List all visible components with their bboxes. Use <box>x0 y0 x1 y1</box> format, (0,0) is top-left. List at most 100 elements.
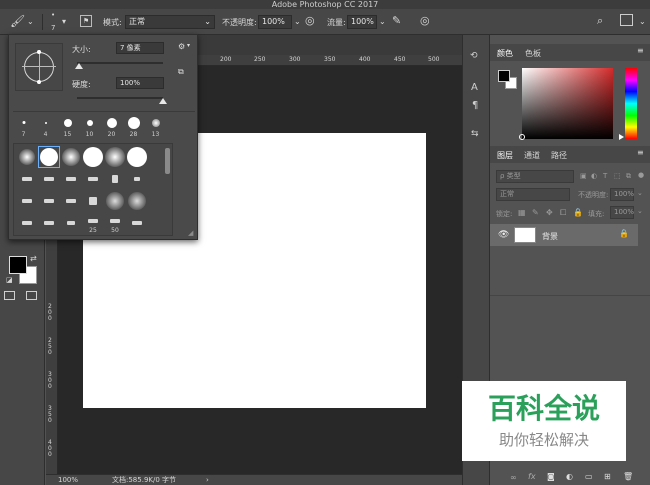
adjustment-layer-icon[interactable]: ◐ <box>566 472 573 481</box>
panel-menu-icon[interactable]: ≡ <box>637 46 644 55</box>
fill-chevron-icon[interactable]: ⌄ <box>637 207 643 215</box>
preset-brush[interactable] <box>82 168 104 190</box>
brush-picker-chevron-icon[interactable]: ▾ <box>62 17 66 26</box>
brush-size-indicator[interactable]: • <box>51 11 55 19</box>
recent-brush[interactable]: 20 <box>101 116 122 138</box>
opacity-input[interactable]: 100% <box>258 15 292 29</box>
preset-brush[interactable] <box>82 190 104 212</box>
workspace-chevron-icon[interactable]: ⌄ <box>639 17 646 26</box>
airbrush-icon[interactable]: ✎ <box>392 14 401 27</box>
status-menu-chevron-icon[interactable]: › <box>206 475 209 485</box>
hue-slider-marker[interactable] <box>619 134 624 140</box>
paragraph-icon[interactable]: ¶ <box>472 101 478 111</box>
pressure-size-icon[interactable]: ◎ <box>420 14 430 27</box>
preset-brush[interactable] <box>126 212 148 234</box>
lock-position-icon[interactable]: ✥ <box>546 208 553 217</box>
blend-mode-select[interactable]: 正常 <box>496 188 570 201</box>
layer-filter-select[interactable]: ρ 类型 <box>496 170 574 183</box>
swap-colors-icon[interactable]: ⇄ <box>30 254 37 263</box>
lock-transparent-icon[interactable]: ▦ <box>518 208 526 217</box>
mode-select[interactable]: 正常 ⌄ <box>125 15 215 29</box>
tab-channels[interactable]: 通道 <box>524 150 540 161</box>
default-colors-icon[interactable]: ◪ <box>6 276 13 284</box>
gear-icon[interactable]: ⚙ <box>178 42 185 51</box>
resize-grip-icon[interactable]: ◢ <box>188 229 193 237</box>
color-panel-foreground-swatch[interactable] <box>498 70 510 82</box>
roundness-handle-icon[interactable] <box>37 80 41 84</box>
preset-brush[interactable] <box>38 168 60 190</box>
add-mask-icon[interactable]: ◙ <box>547 472 555 481</box>
layers-panel-menu-icon[interactable]: ≡ <box>637 148 644 157</box>
preset-brush[interactable] <box>126 190 148 212</box>
link-layers-icon[interactable]: ∞ <box>510 473 517 482</box>
settings-chevron-icon[interactable]: ▾ <box>187 42 190 49</box>
flow-chevron-icon[interactable]: ⌄ <box>379 17 386 26</box>
hardness-input[interactable]: 100% <box>116 77 164 89</box>
tab-color[interactable]: 颜色 <box>497 48 513 59</box>
tab-paths[interactable]: 路径 <box>551 150 567 161</box>
color-field[interactable] <box>522 68 613 139</box>
properties-icon[interactable]: ⇆ <box>471 129 479 139</box>
preset-brush[interactable] <box>82 146 104 168</box>
new-group-icon[interactable]: ▭ <box>585 472 593 481</box>
history-icon[interactable]: ⟲ <box>470 51 478 61</box>
fill-input[interactable]: 100% <box>610 206 634 219</box>
filter-shape-icon[interactable]: ⬚ <box>614 172 621 180</box>
opacity-chevron-icon[interactable]: ⌄ <box>294 17 301 26</box>
flow-input[interactable]: 100% <box>347 15 377 29</box>
size-input[interactable]: 7 像素 <box>116 42 164 54</box>
layers-opacity-input[interactable]: 100% <box>610 188 634 201</box>
brush-angle-preview[interactable] <box>15 43 63 91</box>
recent-brush[interactable]: 15 <box>57 116 78 138</box>
preset-brush[interactable] <box>38 212 60 234</box>
preset-brush[interactable] <box>60 146 82 168</box>
preset-brush[interactable] <box>126 146 148 168</box>
preset-scrollbar[interactable] <box>165 148 170 174</box>
filter-type-icon[interactable]: T <box>603 172 607 180</box>
pressure-opacity-icon[interactable]: ◎ <box>305 14 315 27</box>
preset-brush[interactable] <box>104 146 126 168</box>
hardness-slider[interactable] <box>77 97 163 99</box>
preset-brush[interactable] <box>104 168 126 190</box>
preset-brush[interactable] <box>16 190 38 212</box>
preset-brush[interactable] <box>104 190 126 212</box>
eye-icon[interactable]: 👁 <box>498 230 509 240</box>
recent-brush[interactable]: 4 <box>35 116 56 138</box>
recent-brush[interactable]: 13 <box>145 116 166 138</box>
hardness-slider-knob[interactable] <box>159 98 167 104</box>
foreground-color-swatch-front[interactable] <box>9 256 27 274</box>
lock-pixels-icon[interactable]: ✎ <box>532 208 539 217</box>
preset-brush[interactable] <box>16 146 38 168</box>
quick-mask-icon[interactable] <box>4 291 15 300</box>
brush-panel-toggle-icon[interactable]: ⚑ <box>80 15 92 27</box>
preset-brush[interactable] <box>38 190 60 212</box>
tool-preset-chevron-down-icon[interactable]: ⌄ <box>27 17 34 26</box>
zoom-level[interactable]: 100% <box>58 475 78 485</box>
color-field-picker-ring[interactable] <box>519 134 525 140</box>
preset-brush-selected[interactable] <box>38 146 60 168</box>
fx-button[interactable]: fx <box>528 472 536 481</box>
preset-brush[interactable] <box>126 168 148 190</box>
layers-opacity-chevron-icon[interactable]: ⌄ <box>637 189 643 197</box>
filter-smart-object-icon[interactable]: ⧉ <box>626 172 631 181</box>
brush-tool-icon[interactable]: 🖌 <box>10 14 25 28</box>
filter-adjustment-icon[interactable]: ◐ <box>591 172 597 180</box>
recent-brush[interactable]: 7 <box>13 116 34 138</box>
filter-pixel-icon[interactable]: ▣ <box>580 172 587 180</box>
preset-brush[interactable] <box>60 190 82 212</box>
new-layer-icon[interactable]: ⊞ <box>604 472 611 481</box>
new-preset-icon[interactable]: ⧉ <box>178 67 184 77</box>
hue-slider[interactable] <box>625 68 637 139</box>
preset-brush[interactable]: 50 <box>104 212 126 234</box>
workspace-icon[interactable] <box>620 14 633 26</box>
preset-brush[interactable] <box>16 168 38 190</box>
character-icon[interactable]: A <box>471 83 478 93</box>
preset-brush[interactable]: 25 <box>82 212 104 234</box>
size-slider-knob[interactable] <box>74 63 83 69</box>
search-icon[interactable]: ⌕ <box>597 14 603 28</box>
tab-layers[interactable]: 图层 <box>497 150 513 161</box>
lock-all-icon[interactable]: 🔒 <box>573 208 583 217</box>
layer-name[interactable]: 背景 <box>542 231 558 242</box>
size-slider[interactable] <box>77 62 163 64</box>
layer-row[interactable]: 👁 背景 🔒 <box>490 224 638 246</box>
